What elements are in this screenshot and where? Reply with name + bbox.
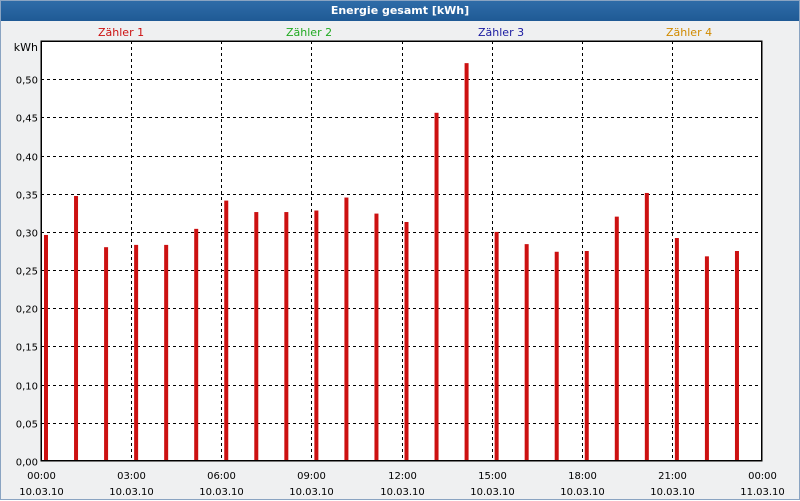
bar (134, 244, 139, 461)
x-tick-date: 10.03.10 (289, 487, 334, 498)
x-tick-date: 10.03.10 (19, 487, 64, 498)
x-tick-time: 00:00 (748, 471, 777, 482)
y-tick-label: 0,30 (16, 229, 38, 240)
y-tick-label: 0,40 (16, 153, 38, 164)
y-tick-label: 0,00 (16, 458, 38, 469)
y-tick-label: 0,15 (16, 343, 38, 354)
bar (74, 196, 79, 461)
bar (254, 212, 259, 461)
bar (164, 244, 169, 461)
x-tick-date: 10.03.10 (560, 487, 605, 498)
bar (734, 251, 739, 461)
bar (584, 251, 589, 461)
y-tick-label: 0,20 (16, 305, 38, 316)
x-tick-date: 10.03.10 (109, 487, 154, 498)
x-tick-time: 15:00 (478, 471, 507, 482)
y-tick-label: 0,35 (16, 191, 38, 202)
chart-window: Energie gesamt [kWh] Zähler 1 Zähler 2 Z… (0, 0, 800, 500)
x-tick-date: 10.03.10 (199, 487, 244, 498)
x-tick-time: 06:00 (207, 471, 236, 482)
bar (494, 231, 499, 461)
x-tick-time: 00:00 (27, 471, 56, 482)
y-axis-label: kWh (14, 41, 38, 54)
x-tick-time: 12:00 (388, 471, 417, 482)
bar (314, 210, 319, 461)
x-tick-time: 03:00 (117, 471, 146, 482)
y-tick-label: 0,10 (16, 382, 38, 393)
x-tick-time: 18:00 (568, 471, 597, 482)
x-tick-date: 10.03.10 (380, 487, 425, 498)
bar (194, 228, 199, 461)
y-tick-label: 0,50 (16, 76, 38, 87)
bar (434, 112, 439, 462)
bar (344, 197, 349, 461)
bar (614, 216, 619, 461)
x-tick-time: 09:00 (297, 471, 326, 482)
bar (284, 212, 289, 461)
bar (524, 244, 529, 461)
bar (404, 221, 409, 461)
y-tick-label: 0,45 (16, 114, 38, 125)
x-tick-date: 10.03.10 (650, 487, 695, 498)
y-tick-label: 0,05 (16, 420, 38, 431)
bar (374, 213, 379, 461)
bar (104, 247, 109, 461)
bar (224, 200, 229, 461)
bar-chart: 0,00 0,05 0,10 0,15 0,20 0,25 0,30 0,35 0,40 0,45… (14, 40, 785, 498)
bar (464, 63, 469, 462)
x-tick-date: 11.03.10 (740, 487, 785, 498)
bar (44, 234, 48, 461)
bar (554, 251, 559, 461)
bar (644, 192, 649, 462)
y-tick-label: 0,25 (16, 267, 38, 278)
bar (704, 256, 709, 461)
plot-area (40, 40, 763, 462)
x-tick-date: 10.03.10 (470, 487, 515, 498)
bar (674, 238, 679, 461)
x-tick-time: 21:00 (658, 471, 687, 482)
